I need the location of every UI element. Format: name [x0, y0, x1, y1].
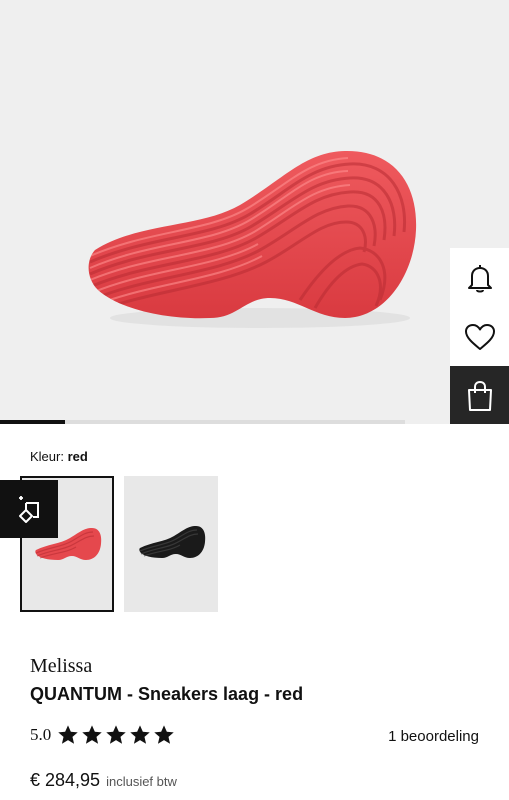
- color-selector-label: Kleur: red: [30, 449, 88, 464]
- gallery-progress-bar: [0, 420, 405, 424]
- review-count-link[interactable]: 1 beoordeling: [388, 728, 479, 745]
- product-image: [88, 150, 417, 328]
- rating-score: 5.0: [30, 725, 52, 744]
- price-amount: € 284,95: [30, 770, 101, 790]
- product-title: QUANTUM - Sneakers laag - red: [30, 684, 304, 704]
- ar-view-icon: [19, 496, 39, 523]
- side-action-bar: [450, 248, 509, 424]
- color-label: Kleur:: [30, 449, 64, 464]
- notify-button[interactable]: [450, 248, 509, 307]
- star-rating: [57, 724, 175, 746]
- product-image-gallery[interactable]: [0, 0, 509, 424]
- add-to-bag-button[interactable]: [450, 366, 509, 424]
- star-icon: [154, 725, 174, 744]
- brand-name[interactable]: Melissa: [30, 655, 92, 678]
- color-value: red: [67, 449, 88, 464]
- vat-note: inclusief btw: [106, 774, 177, 789]
- star-icon: [82, 725, 102, 744]
- variant-thumb-black[interactable]: [124, 476, 218, 612]
- star-icon: [130, 725, 150, 744]
- star-icon: [58, 725, 78, 744]
- ar-view-button[interactable]: [0, 480, 58, 538]
- black-shoe-thumbnail: [139, 526, 206, 558]
- wishlist-button[interactable]: [450, 307, 509, 366]
- heart-icon: [464, 323, 495, 350]
- shopping-bag-icon: [467, 380, 492, 411]
- gallery-progress-fill: [0, 420, 65, 424]
- bell-icon: [467, 264, 492, 292]
- product-rating[interactable]: 5.0: [30, 724, 175, 746]
- price-block: € 284,95 inclusief btw: [30, 770, 177, 791]
- star-icon: [106, 725, 126, 744]
